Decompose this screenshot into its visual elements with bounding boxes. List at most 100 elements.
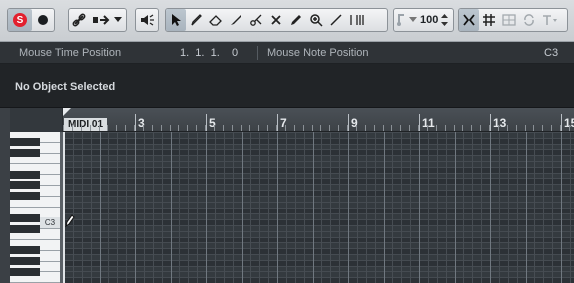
left-strip [0,108,10,283]
ruler[interactable]: MIDI 01 3579111315 [63,108,574,132]
black-key[interactable] [10,213,40,222]
lane-divider [63,230,574,232]
beat-line [162,132,163,283]
mouse-pencil-cursor-icon [65,214,75,227]
time-warp-icon [350,15,364,25]
snap-x-icon [463,14,475,26]
velocity-dropdown[interactable] [408,9,418,31]
mute-tool[interactable] [266,9,286,31]
text-tool-button[interactable] [539,9,561,31]
autoscroll-group [68,8,127,32]
draw-pencil-icon [191,14,202,26]
beat-tick [427,125,428,131]
beat-tick [320,125,321,131]
beat-tick [170,125,171,131]
beat-line [304,132,305,283]
beat-tick [471,125,472,131]
mouse-note-label: Mouse Note Position [267,47,369,59]
lane-divider [63,161,574,163]
beat-tick [81,125,82,131]
black-key[interactable] [10,267,40,276]
lane-divider [63,155,574,157]
knife-icon [231,15,241,25]
bar-line [348,132,349,283]
loop-button[interactable] [519,9,539,31]
zoom-tool[interactable] [306,9,326,31]
step-input-dropdown[interactable] [113,9,123,31]
lane-divider [63,195,574,197]
beat-tick [454,125,455,131]
beat-tick [107,125,108,131]
beat-tick [436,125,437,131]
beat-tick [480,125,481,131]
beat-tick [498,125,499,131]
quantize-button[interactable] [499,9,519,31]
part-name-label: MIDI 01 [64,118,108,131]
beat-line [357,132,358,283]
beat-line [437,132,438,283]
record-button[interactable] [32,9,54,31]
snap-button[interactable] [459,9,479,31]
lane-divider [63,236,574,238]
black-key[interactable] [10,256,40,265]
beat-tick [116,125,117,131]
object-selection-tool[interactable] [166,9,186,31]
line-tool[interactable] [326,9,346,31]
insert-velocity-value[interactable]: 100 [418,14,440,26]
erase-tool[interactable] [206,9,226,31]
time-warp-tool[interactable] [346,9,370,31]
beat-tick [99,125,100,131]
split-tool[interactable] [246,9,266,31]
beat-line [366,132,367,283]
speaker-group [135,8,159,32]
lane-divider [63,248,574,250]
beat-tick [90,125,91,131]
beat-line [295,132,296,283]
grid-button[interactable] [479,9,499,31]
beat-line [197,132,198,283]
record-icon [38,15,48,25]
beat-tick [258,125,259,131]
lane-divider [63,224,574,226]
mute-x-icon [271,15,281,25]
auto-scroll-button[interactable] [69,9,89,31]
beat-line [330,132,331,283]
black-key[interactable] [10,224,40,233]
link-icon [72,13,86,27]
loop-icon [524,14,534,26]
beat-tick [303,125,304,131]
black-key[interactable] [10,181,40,190]
lane-divider [63,149,574,151]
step-input-button[interactable] [89,9,113,31]
beat-tick [205,125,206,131]
note-display-grid[interactable] [63,132,574,283]
beat-tick [516,125,517,131]
beat-tick [196,125,197,131]
black-key[interactable] [10,149,40,157]
beat-tick [533,125,534,131]
black-key[interactable] [10,246,40,255]
beat-line [91,132,92,283]
lane-divider [63,178,574,180]
step-input-icon [93,15,110,25]
acoustic-feedback-button[interactable] [136,9,158,31]
beat-line [499,132,500,283]
beat-line [286,132,287,283]
black-key[interactable] [10,138,40,146]
bar-line [384,132,385,283]
black-key[interactable] [10,170,40,179]
trim-tool[interactable] [226,9,246,31]
velocity-stepper[interactable] [440,9,448,31]
black-key[interactable] [10,192,40,201]
piano-keyboard[interactable] [10,132,62,283]
draw-tool[interactable] [186,9,206,31]
beat-line [392,132,393,283]
beat-tick [161,125,162,131]
color-tool[interactable] [286,9,306,31]
beat-line [233,132,234,283]
solo-button[interactable]: S [8,9,32,31]
beat-line [517,132,518,283]
beat-tick [152,125,153,131]
beat-line [446,132,447,283]
speaker-icon [141,14,154,26]
